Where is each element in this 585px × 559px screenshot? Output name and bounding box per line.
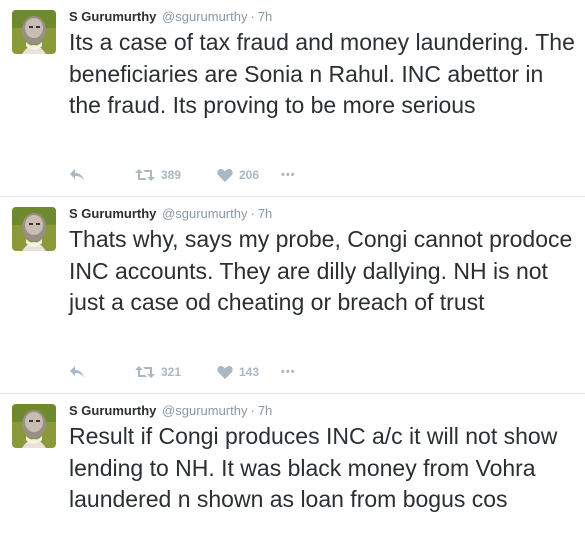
tweet-text: Thats why, says my probe, Congi cannot p… (69, 226, 573, 315)
more-icon: ••• (281, 366, 296, 378)
tweet[interactable]: S Gurumurthy @sgurumurthy · 7h Thats why, … (0, 196, 585, 393)
author-name[interactable]: S Gurumurthy (69, 9, 156, 24)
tweet-text: Result if Congi produces INC a/c it will… (69, 423, 558, 512)
tweet[interactable]: S Gurumurthy @sgurumurthy · 7h Its a case … (0, 0, 585, 196)
timestamp[interactable]: 7h (258, 403, 272, 418)
like-button[interactable]: 206 (217, 168, 281, 182)
avatar[interactable] (12, 207, 56, 251)
reply-icon (70, 169, 84, 181)
author-name[interactable]: S Gurumurthy (69, 403, 156, 418)
more-button[interactable]: ••• (281, 366, 296, 378)
retweet-count: 389 (161, 168, 182, 182)
retweet-button[interactable]: 389 (135, 168, 217, 182)
timestamp[interactable]: 7h (258, 206, 272, 221)
heart-icon (217, 168, 233, 182)
tweet-header: S Gurumurthy @sgurumurthy · 7h (69, 8, 272, 26)
tweet-actions: 389 206 ••• (69, 165, 296, 185)
retweet-icon (135, 366, 155, 378)
separator: · (250, 9, 255, 24)
like-count: 206 (239, 168, 260, 182)
retweet-button[interactable]: 321 (135, 365, 217, 379)
tweet-actions: 321 143 ••• (69, 362, 296, 382)
like-button[interactable]: 143 (217, 365, 281, 379)
tweet-header: S Gurumurthy @sgurumurthy · 7h (69, 402, 272, 420)
like-count: 143 (239, 365, 260, 379)
separator: · (250, 206, 255, 221)
retweet-icon (135, 169, 155, 181)
tweet-text: Its a case of tax fraud and money launde… (69, 29, 575, 118)
avatar[interactable] (12, 10, 56, 54)
more-button[interactable]: ••• (281, 169, 296, 181)
author-handle[interactable]: @sgurumurthy (162, 206, 247, 221)
reply-button[interactable] (69, 365, 135, 379)
author-handle[interactable]: @sgurumurthy (162, 403, 247, 418)
separator: · (250, 403, 255, 418)
author-name[interactable]: S Gurumurthy (69, 206, 156, 221)
avatar[interactable] (12, 404, 56, 448)
more-icon: ••• (281, 169, 296, 181)
retweet-count: 321 (161, 365, 182, 379)
reply-button[interactable] (69, 168, 135, 182)
timestamp[interactable]: 7h (258, 9, 272, 24)
author-handle[interactable]: @sgurumurthy (162, 9, 247, 24)
tweet-header: S Gurumurthy @sgurumurthy · 7h (69, 205, 272, 223)
reply-icon (70, 366, 84, 378)
tweet[interactable]: S Gurumurthy @sgurumurthy · 7h Result if C… (0, 393, 585, 559)
heart-icon (217, 365, 233, 379)
